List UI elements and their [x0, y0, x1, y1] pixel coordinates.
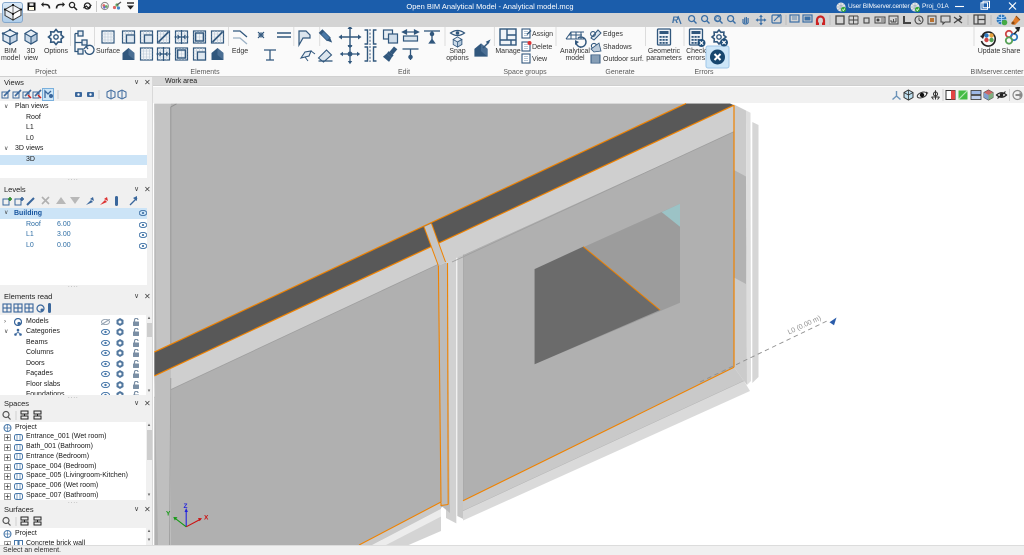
svg-text:X: X — [204, 515, 209, 522]
svg-text:Z: Z — [184, 503, 188, 510]
svg-text:G: G — [715, 17, 720, 23]
svg-text:Y: Y — [166, 511, 171, 518]
